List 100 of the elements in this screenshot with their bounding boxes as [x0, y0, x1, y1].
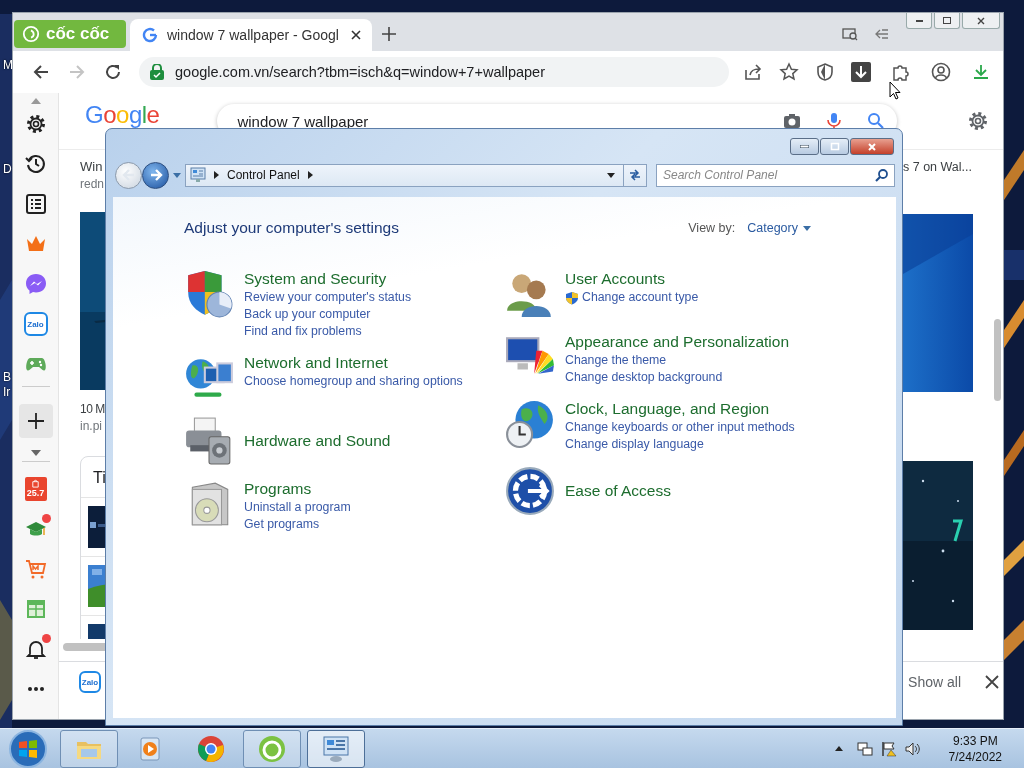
round-logo-icon: [197, 734, 225, 763]
browser-tab[interactable]: window 7 wallpaper - Googl: [130, 19, 372, 51]
task-link[interactable]: Change account type: [582, 289, 699, 306]
chevron-icon[interactable]: [214, 171, 219, 179]
task-link[interactable]: Get programs: [244, 516, 320, 533]
task-link[interactable]: Change display language: [565, 436, 704, 453]
desktop-icon-label[interactable]: B: [3, 370, 11, 384]
download-icon[interactable]: [851, 62, 871, 82]
shopping-bag-icon[interactable]: 25.7: [24, 477, 47, 501]
maximize-button[interactable]: [820, 138, 849, 155]
category-link[interactable]: Clock, Language, and Region: [565, 399, 795, 419]
bag-icon: [31, 479, 40, 488]
close-button[interactable]: [850, 138, 894, 155]
task-link[interactable]: Choose homegroup and sharing options: [244, 373, 463, 390]
desktop-icon-label[interactable]: Ir: [3, 385, 11, 399]
task-link[interactable]: Change the theme: [565, 352, 667, 369]
category-link[interactable]: Network and Internet: [244, 353, 463, 373]
camera-icon[interactable]: [783, 112, 802, 130]
close-icon[interactable]: [350, 29, 362, 41]
search-icon[interactable]: [875, 167, 889, 182]
bell-icon[interactable]: [24, 638, 47, 660]
category-link[interactable]: User Accounts: [565, 269, 699, 289]
refresh-button[interactable]: [624, 163, 647, 187]
caret-icon: [803, 225, 811, 231]
add-button[interactable]: [18, 404, 53, 438]
forward-button[interactable]: [142, 161, 169, 189]
task-link[interactable]: Change keyboards or other input methods: [565, 419, 795, 436]
settings-icon[interactable]: [24, 113, 47, 135]
caret-icon[interactable]: [30, 450, 41, 456]
task-link[interactable]: Review your computer's status: [244, 289, 412, 306]
back-arrow-icon: [121, 168, 136, 182]
dropdown-icon[interactable]: [607, 172, 615, 178]
maximize-icon: [829, 141, 840, 152]
globe-clock-icon: [505, 399, 555, 449]
category-link[interactable]: Hardware and Sound: [244, 431, 391, 451]
desktop-icon-label[interactable]: D: [3, 162, 12, 176]
shield-icon[interactable]: [815, 62, 835, 82]
settings-icon[interactable]: [967, 110, 989, 132]
category-link[interactable]: Appearance and Personalization: [565, 332, 790, 352]
cart-icon[interactable]: [24, 558, 47, 580]
control-panel-icon: [190, 167, 206, 183]
category-link[interactable]: Programs: [244, 479, 351, 499]
chevron-icon[interactable]: [307, 171, 313, 179]
puzzle-icon[interactable]: [891, 62, 911, 82]
close-icon[interactable]: [985, 675, 999, 689]
plus-icon: [25, 411, 46, 431]
refresh-icon: [628, 168, 642, 182]
minimize-button[interactable]: [790, 138, 819, 155]
history-icon[interactable]: [24, 153, 47, 175]
task-link[interactable]: Change desktop background: [565, 369, 723, 386]
show-all-button[interactable]: Show all: [908, 674, 961, 690]
task-link[interactable]: Uninstall a program: [244, 499, 351, 516]
caret-icon[interactable]: [834, 746, 843, 751]
microphone-icon[interactable]: [825, 112, 844, 130]
maximize-icon: [942, 15, 952, 26]
back-list-icon[interactable]: [874, 26, 890, 42]
close-icon: [976, 15, 986, 26]
view-by-dropdown[interactable]: Category: [747, 221, 811, 235]
zalo-icon[interactable]: Zalo: [79, 671, 101, 693]
share-icon[interactable]: [743, 62, 763, 82]
task-link[interactable]: Back up your computer: [244, 306, 371, 323]
plus-icon[interactable]: [382, 27, 396, 41]
list-icon[interactable]: [24, 193, 47, 215]
result-source: redn: [80, 176, 106, 192]
network-icon[interactable]: [856, 740, 873, 757]
tab-search-icon[interactable]: [842, 26, 858, 42]
minimize-button[interactable]: [906, 13, 932, 29]
category-link[interactable]: System and Security: [244, 269, 412, 289]
clock[interactable]: 9:33 PM 7/24/2022: [948, 732, 1002, 765]
category-link[interactable]: Ease of Access: [565, 481, 671, 501]
leaf-logo-icon: [258, 734, 286, 763]
minimize-icon: [915, 19, 923, 22]
taskbar-button[interactable]: [60, 729, 118, 768]
taskbar-button[interactable]: [243, 729, 301, 768]
leaf-logo-icon: [22, 25, 40, 43]
result-title[interactable]: s 7 on Wal...: [903, 158, 973, 176]
search-icon[interactable]: [867, 112, 886, 130]
card-title: Ti: [93, 469, 106, 486]
minimize-icon: [800, 145, 809, 148]
breadcrumb-item[interactable]: Control Panel: [227, 168, 300, 182]
reload-icon: [103, 62, 123, 82]
address-bar[interactable]: Control Panel: [185, 163, 624, 187]
result-source: in.pi: [80, 418, 103, 434]
google-logo[interactable]: Google: [85, 101, 160, 129]
control-panel-icon: [322, 734, 350, 763]
scroll-thumb[interactable]: [994, 319, 1001, 401]
search-field[interactable]: Search Control Panel: [656, 163, 895, 187]
account-icon[interactable]: [931, 62, 951, 82]
start-button[interactable]: [8, 728, 48, 768]
address-bar[interactable]: google.com.vn/search?tbm=isch&q=window+7+wallpaper: [139, 57, 729, 87]
favicon-icon: [142, 27, 158, 43]
task-link[interactable]: Find and fix problems: [244, 323, 362, 340]
taskbar-button[interactable]: [307, 729, 365, 768]
flag-icon[interactable]: [880, 740, 897, 757]
desktop-icon-label[interactable]: M: [3, 58, 13, 72]
zalo-icon[interactable]: Zalo: [23, 312, 48, 336]
star-icon[interactable]: [779, 62, 799, 82]
maximize-button[interactable]: [934, 13, 960, 29]
speaker-icon[interactable]: [904, 740, 921, 757]
chat-bubble-icon[interactable]: [24, 273, 47, 295]
